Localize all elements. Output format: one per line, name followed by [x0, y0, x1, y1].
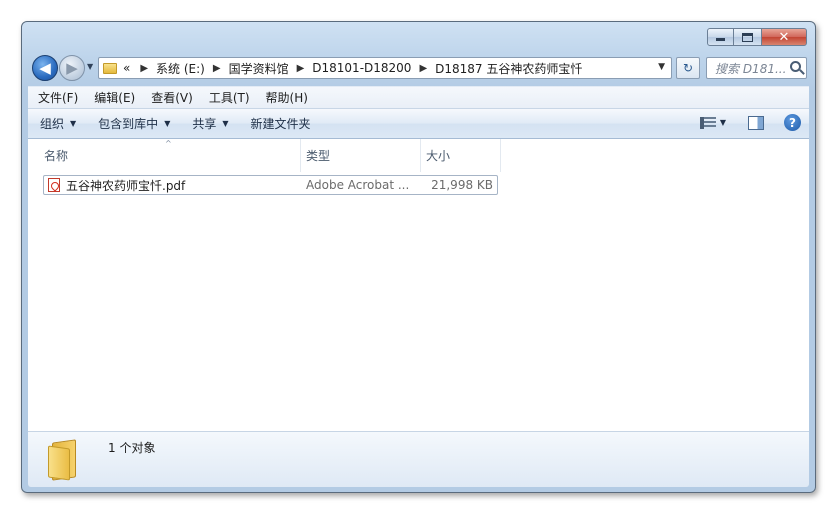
column-name[interactable]: 名称	[44, 147, 68, 164]
column-type[interactable]: 类型	[306, 147, 330, 164]
search-icon[interactable]	[790, 61, 801, 72]
column-size[interactable]: 大小	[426, 147, 450, 164]
refresh-icon: ↻	[682, 61, 694, 75]
search-input[interactable]: 搜索 D181...	[706, 57, 807, 79]
navigation-bar: ◀ ▶ ▼ « ▶ 系统 (E:) ▶ 国学资料馆 ▶ D18101-D1820…	[30, 54, 807, 82]
caption-buttons: ✕	[707, 28, 807, 46]
forward-button[interactable]: ▶	[59, 55, 85, 81]
menu-tools[interactable]: 工具(T)	[209, 89, 250, 106]
minimize-button[interactable]	[707, 28, 734, 46]
item-count-text: 1 个对象	[108, 441, 156, 455]
explorer-window: ✕ ◀ ▶ ▼ « ▶ 系统 (E:) ▶ 国学资料馆 ▶ D18101-D18…	[21, 21, 816, 493]
address-dropdown-button[interactable]: ▼	[658, 62, 665, 72]
back-arrow-icon: ◀	[39, 59, 51, 77]
refresh-button[interactable]: ↻	[676, 57, 700, 79]
chevron-right-icon[interactable]: ▶	[213, 63, 221, 74]
column-header: 名称 ^ 类型 大小	[28, 139, 501, 172]
organize-button[interactable]: 组织 ▼	[40, 115, 76, 132]
breadcrumb-folder-1[interactable]: 国学资料馆	[229, 60, 289, 77]
file-row[interactable]: 五谷神农药师宝忏.pdf Adobe Acrobat ... 21,998 KB	[43, 175, 498, 195]
menu-view[interactable]: 查看(V)	[151, 89, 193, 106]
breadcrumb-drive[interactable]: 系统 (E:)	[156, 60, 205, 77]
maximize-button[interactable]	[734, 28, 761, 46]
folder-icon	[103, 62, 117, 74]
include-in-library-button[interactable]: 包含到库中 ▼	[98, 115, 170, 132]
file-size: 21,998 KB	[431, 178, 493, 192]
close-button[interactable]: ✕	[761, 28, 807, 46]
file-type: Adobe Acrobat ...	[306, 178, 410, 192]
breadcrumb-folder-3[interactable]: D18187 五谷神农药师宝忏	[435, 60, 582, 77]
maximize-icon	[742, 32, 753, 42]
column-divider[interactable]	[500, 139, 501, 172]
folder-icon	[48, 439, 80, 481]
preview-pane-icon[interactable]	[748, 115, 764, 130]
share-button[interactable]: 共享 ▼	[192, 115, 228, 132]
menu-help[interactable]: 帮助(H)	[266, 89, 308, 106]
sort-ascending-icon: ^	[165, 139, 172, 148]
share-label: 共享	[192, 117, 217, 131]
menu-edit[interactable]: 编辑(E)	[94, 89, 135, 106]
command-bar-right: ▼ ?	[699, 114, 801, 131]
chevron-down-icon: ▼	[164, 119, 171, 128]
new-folder-button[interactable]: 新建文件夹	[251, 115, 311, 132]
chevron-down-icon[interactable]: ▼	[720, 118, 726, 127]
menu-file[interactable]: 文件(F)	[38, 89, 78, 106]
chevron-right-icon: ▶	[140, 62, 149, 74]
details-pane: 1 个对象	[28, 431, 809, 487]
search-placeholder: 搜索 D181...	[715, 61, 787, 76]
command-bar: 组织 ▼ 包含到库中 ▼ 共享 ▼ 新建文件夹 ▼ ?	[28, 108, 809, 139]
back-button[interactable]: ◀	[32, 55, 58, 81]
change-view-icon[interactable]	[699, 116, 716, 129]
include-in-library-label: 包含到库中	[98, 117, 159, 131]
chevron-down-icon: ▼	[222, 119, 229, 128]
chevron-right-icon[interactable]: ▶	[419, 63, 427, 74]
breadcrumb-folder-2[interactable]: D18101-D18200	[312, 61, 411, 75]
new-folder-label: 新建文件夹	[250, 117, 311, 131]
organize-label: 组织	[40, 117, 65, 131]
address-overflow-chevron[interactable]: «	[123, 61, 130, 75]
minimize-icon	[716, 38, 725, 41]
help-icon[interactable]: ?	[784, 114, 801, 131]
pdf-icon	[48, 178, 60, 192]
chevron-right-icon[interactable]: ▶	[297, 63, 305, 74]
file-name: 五谷神农药师宝忏.pdf	[66, 178, 186, 193]
folder-front	[48, 445, 70, 481]
column-divider[interactable]	[300, 139, 301, 172]
address-bar[interactable]: « ▶ 系统 (E:) ▶ 国学资料馆 ▶ D18101-D18200 ▶ D1…	[98, 57, 672, 79]
forward-arrow-icon: ▶	[66, 59, 78, 77]
column-divider[interactable]	[420, 139, 421, 172]
recent-pages-button[interactable]: ▼	[87, 62, 93, 71]
chevron-down-icon: ▼	[70, 119, 77, 128]
menu-bar: 文件(F) 编辑(E) 查看(V) 工具(T) 帮助(H)	[28, 86, 809, 108]
file-list: 名称 ^ 类型 大小 五谷神农药师宝忏.pdf Adobe Acrobat ..…	[28, 139, 809, 431]
close-icon: ✕	[778, 29, 790, 45]
